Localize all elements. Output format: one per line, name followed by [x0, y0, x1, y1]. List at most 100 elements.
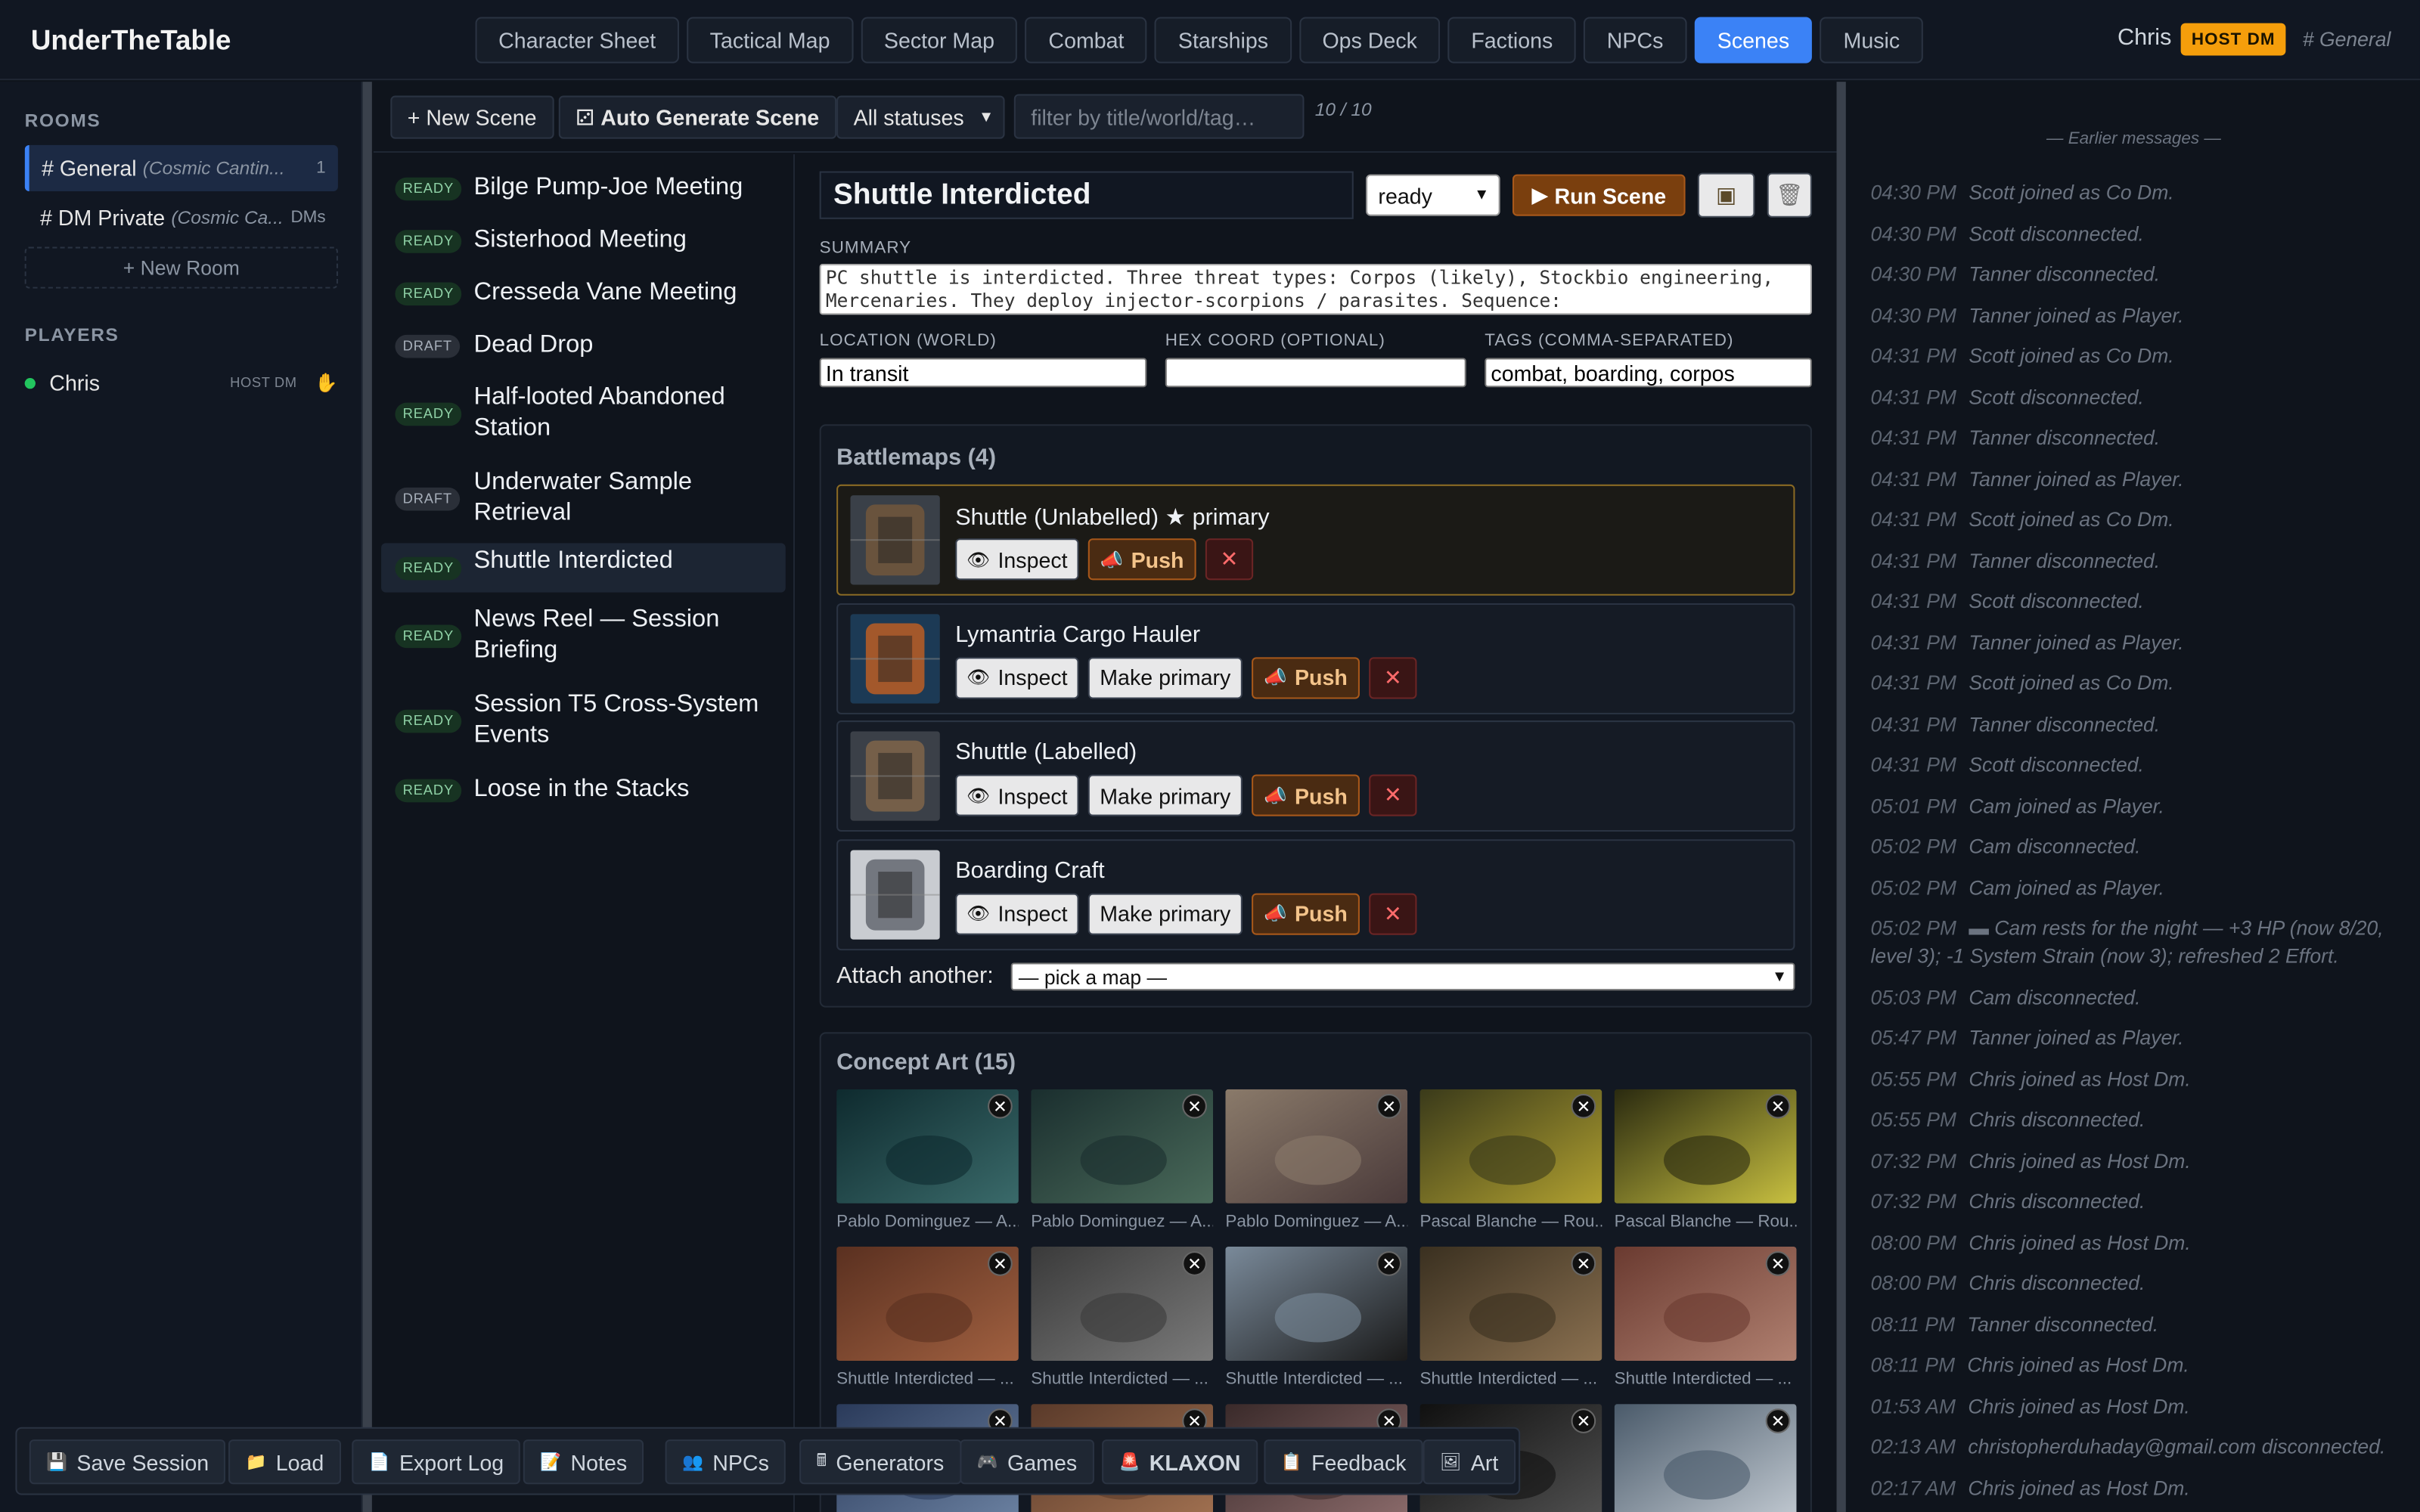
concept-art-image[interactable]: ✕	[836, 1246, 1019, 1361]
sidebar-resize-handle[interactable]	[362, 82, 372, 1512]
tab-tactical-map[interactable]: Tactical Map	[687, 17, 854, 64]
log-time: 07:32 PM	[1870, 1189, 1957, 1213]
remove-art-button[interactable]: ✕	[1182, 1093, 1207, 1119]
notes-button[interactable]: 📝 Notes	[523, 1439, 644, 1485]
location-input[interactable]: In transit	[819, 358, 1147, 388]
delete-scene-button[interactable]: 🗑	[1767, 172, 1812, 218]
concept-art-image[interactable]: ✕	[1419, 1089, 1602, 1204]
current-channel: # General	[2302, 27, 2391, 51]
player-row[interactable]: Chris HOST DM ✋	[24, 367, 338, 398]
remove-art-button[interactable]: ✕	[1571, 1408, 1596, 1433]
remove-art-button[interactable]: ✕	[1376, 1093, 1402, 1119]
feedback-button[interactable]: 📋 Feedback	[1264, 1439, 1424, 1485]
log-time: 01:53 AM	[1870, 1393, 1956, 1418]
hand-icon[interactable]: ✋	[315, 372, 338, 394]
tab-starships[interactable]: Starships	[1155, 17, 1292, 64]
tab-factions[interactable]: Factions	[1447, 17, 1576, 64]
inspect-button[interactable]: 👁 Inspect	[955, 656, 1079, 699]
tags-input[interactable]: combat, boarding, corpos	[1485, 358, 1812, 388]
remove-battlemap-button[interactable]: ✕	[1369, 656, 1417, 699]
scene-filter-input[interactable]: filter by title/world/tag…	[1013, 94, 1305, 139]
scene-list-item[interactable]: DRAFT Underwater Sample Retrieval	[381, 464, 786, 532]
concept-art-image[interactable]: ✕	[1614, 1089, 1797, 1204]
new-scene-button[interactable]: + New Scene	[390, 95, 554, 139]
new-room-button[interactable]: + New Room	[24, 246, 338, 289]
scene-list-item[interactable]: READY Loose in the Stacks	[381, 771, 786, 808]
battlemap-thumbnail[interactable]	[850, 731, 940, 821]
tab-music[interactable]: Music	[1820, 17, 1923, 64]
remove-battlemap-button[interactable]: ✕	[1369, 774, 1417, 816]
tab-combat[interactable]: Combat	[1025, 17, 1148, 64]
remove-art-button[interactable]: ✕	[1182, 1251, 1207, 1276]
room-general[interactable]: # General (Cosmic Cantin... 1	[24, 144, 338, 192]
scene-list-item[interactable]: READY News Reel — Session Briefing	[381, 602, 786, 670]
room-name: # DM Private	[40, 205, 166, 231]
scene-list-item[interactable]: READY Shuttle Interdicted	[381, 543, 786, 593]
remove-art-button[interactable]: ✕	[1376, 1251, 1402, 1276]
concept-art-image[interactable]: ✕	[1419, 1246, 1602, 1361]
concept-art-image[interactable]: ✕	[1031, 1246, 1214, 1361]
art-button[interactable]: 🖼 Art	[1423, 1439, 1516, 1485]
inspect-button[interactable]: 👁 Inspect	[955, 774, 1079, 816]
attach-map-select[interactable]: — pick a map — ▼	[1010, 962, 1795, 991]
klaxon-button[interactable]: 🚨 KLAXON	[1102, 1439, 1258, 1485]
concept-art-image[interactable]: ✕	[836, 1089, 1019, 1204]
remove-art-button[interactable]: ✕	[988, 1251, 1013, 1276]
concept-art-image[interactable]: ✕	[1225, 1089, 1408, 1204]
scene-list-item[interactable]: READY Bilge Pump-Joe Meeting	[381, 169, 786, 206]
games-button[interactable]: 🎮 Games	[960, 1439, 1094, 1485]
battlemap-thumbnail[interactable]	[850, 495, 940, 585]
generators-button[interactable]: 🖩 Generators	[799, 1439, 961, 1485]
tab-ops-deck[interactable]: Ops Deck	[1298, 17, 1441, 64]
battlemap-thumbnail[interactable]	[850, 613, 940, 703]
remove-art-button[interactable]: ✕	[1765, 1251, 1791, 1276]
editor-resize-handle[interactable]	[1836, 82, 1846, 1512]
concept-art-image[interactable]: ✕	[1614, 1246, 1797, 1361]
battlemap-thumbnail[interactable]	[850, 849, 940, 939]
summary-textarea[interactable]: PC shuttle is interdicted. Three threat …	[819, 263, 1812, 315]
hex-input[interactable]	[1165, 358, 1466, 388]
make-primary-button[interactable]: Make primary	[1087, 892, 1243, 934]
push-button[interactable]: 📣 Push	[1087, 538, 1196, 581]
earlier-messages-link[interactable]: — Earlier messages —	[1848, 129, 2420, 147]
scene-list-item[interactable]: READY Cresseda Vane Meeting	[381, 274, 786, 311]
export-log-button[interactable]: 📄 Export Log	[352, 1439, 521, 1485]
push-button[interactable]: 📣 Push	[1252, 774, 1360, 816]
remove-art-button[interactable]: ✕	[1765, 1408, 1791, 1433]
tab-scenes[interactable]: Scenes	[1694, 17, 1813, 64]
concept-art-image[interactable]: ✕	[1614, 1404, 1797, 1512]
make-primary-button[interactable]: Make primary	[1087, 774, 1243, 816]
concept-art-image[interactable]: ✕	[1031, 1089, 1214, 1204]
room-dm-private[interactable]: # DM Private (Cosmic Ca... DMs	[25, 194, 338, 240]
remove-battlemap-button[interactable]: ✕	[1369, 892, 1417, 934]
app-root: UnderTheTable Character Sheet Tactical Ma…	[0, 0, 2420, 1512]
attach-label: Attach another:	[836, 962, 994, 990]
concept-art-image[interactable]: ✕	[1225, 1246, 1408, 1361]
push-button[interactable]: 📣 Push	[1252, 892, 1360, 934]
remove-battlemap-button[interactable]: ✕	[1205, 538, 1254, 581]
scene-list-item[interactable]: READY Session T5 Cross-System Events	[381, 686, 786, 754]
inspect-button[interactable]: 👁 Inspect	[955, 892, 1079, 934]
remove-art-button[interactable]: ✕	[988, 1093, 1013, 1119]
remove-art-button[interactable]: ✕	[1571, 1251, 1596, 1276]
scene-status-select[interactable]: ready ▼	[1366, 174, 1500, 216]
npcs-button[interactable]: 👥 NPCs	[665, 1439, 786, 1485]
remove-art-button[interactable]: ✕	[1571, 1093, 1596, 1119]
tab-npcs[interactable]: NPCs	[1584, 17, 1686, 64]
push-button[interactable]: 📣 Push	[1252, 656, 1360, 699]
archive-button[interactable]: ▣	[1697, 172, 1755, 218]
status-filter-select[interactable]: All statuses ▼	[836, 95, 1005, 139]
scene-list-item[interactable]: READY Half-looted Abandoned Station	[381, 380, 786, 448]
remove-art-button[interactable]: ✕	[1765, 1093, 1791, 1119]
scene-list-item[interactable]: READY Sisterhood Meeting	[381, 222, 786, 259]
scene-title-input[interactable]: Shuttle Interdicted	[819, 171, 1354, 219]
load-button[interactable]: 📁 Load	[228, 1439, 341, 1485]
save-session-button[interactable]: 💾 Save Session	[29, 1439, 226, 1485]
scene-list-item[interactable]: DRAFT Dead Drop	[381, 327, 786, 364]
tab-sector-map[interactable]: Sector Map	[861, 17, 1018, 64]
run-scene-button[interactable]: ▶ Run Scene	[1512, 174, 1686, 216]
tab-character-sheet[interactable]: Character Sheet	[475, 17, 679, 64]
make-primary-button[interactable]: Make primary	[1087, 656, 1243, 699]
inspect-button[interactable]: 👁 Inspect	[955, 538, 1079, 581]
auto-generate-button[interactable]: ⚂ Auto Generate Scene	[558, 95, 836, 139]
